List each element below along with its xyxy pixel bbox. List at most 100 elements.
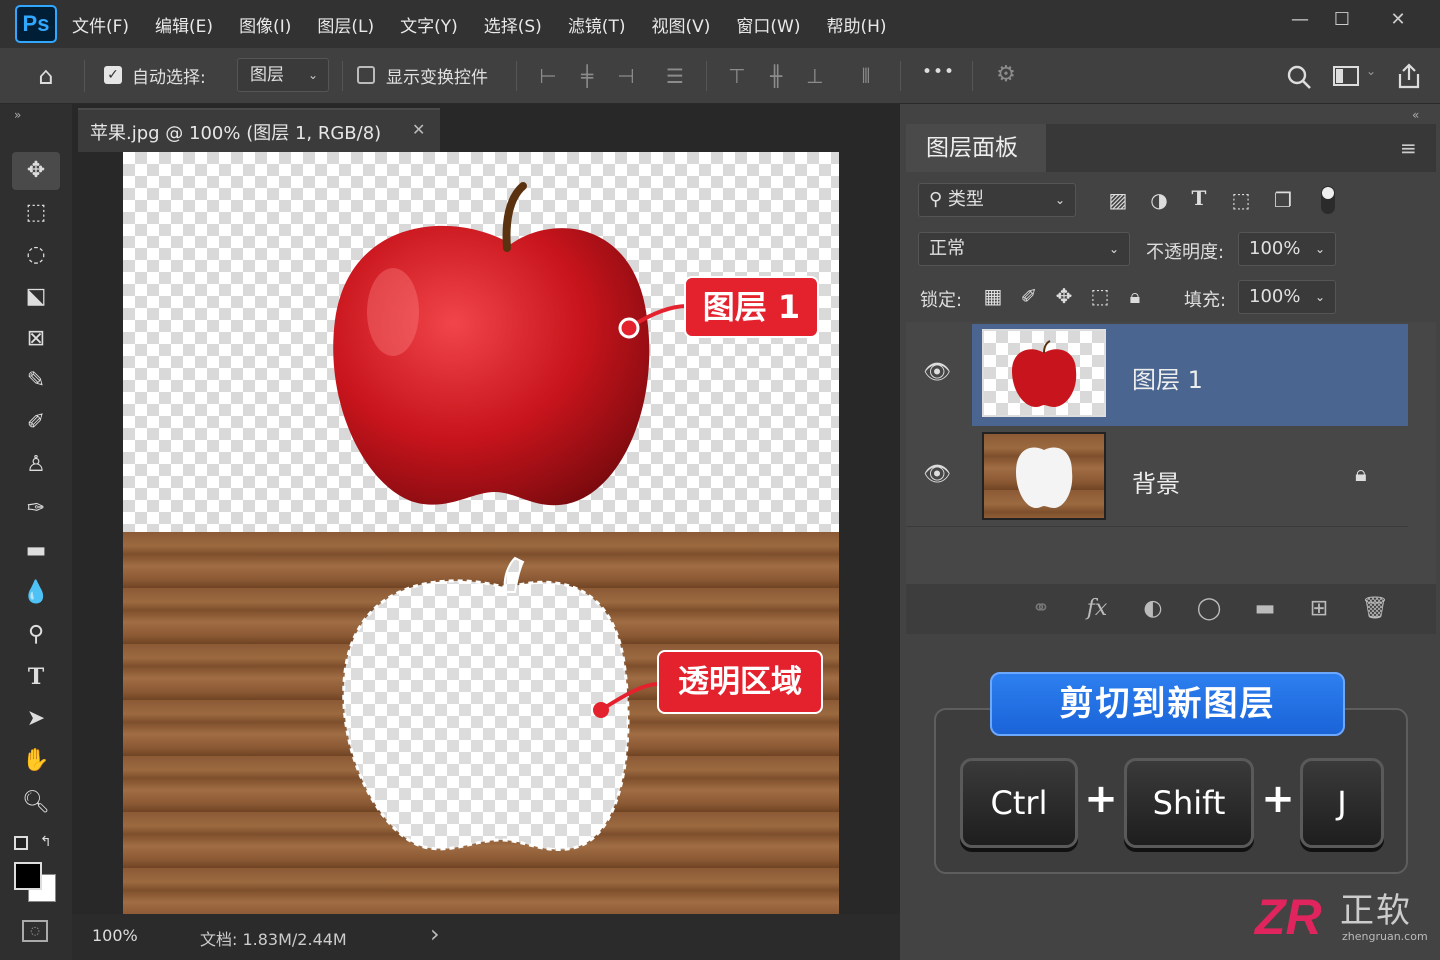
- chevron-down-icon: ⌄: [1108, 242, 1119, 256]
- link-layers-icon[interactable]: ⚭: [1024, 594, 1058, 624]
- menu-filter[interactable]: 滤镜(T): [568, 12, 626, 37]
- quick-mask-icon[interactable]: ◌: [22, 920, 48, 942]
- lock-all-icon[interactable]: 🔒︎: [1120, 284, 1150, 308]
- opacity-value: 100%: [1249, 238, 1301, 259]
- fill-input[interactable]: 100% ⌄: [1238, 280, 1336, 314]
- document-tab[interactable]: 苹果.jpg @ 100% (图层 1, RGB/8) ✕: [78, 108, 440, 152]
- smart-object-filter-icon[interactable]: ❐: [1268, 188, 1298, 212]
- watermark-name: 正软: [1340, 891, 1412, 931]
- apple-hole-thumbnail: [1016, 447, 1073, 508]
- move-tool-icon[interactable]: ✥: [12, 152, 60, 190]
- align-vcenter-icon[interactable]: ╫: [762, 64, 790, 88]
- dodge-tool-icon[interactable]: ⚲: [12, 616, 60, 654]
- workspace-icon[interactable]: [1332, 64, 1360, 88]
- blend-mode-dropdown[interactable]: 正常 ⌄: [918, 232, 1130, 266]
- minimize-button[interactable]: —: [1280, 6, 1320, 34]
- menu-type[interactable]: 文字(Y): [400, 12, 458, 37]
- default-colors-icon[interactable]: [14, 836, 28, 850]
- filter-kind-value: 类型: [947, 189, 984, 210]
- type-tool-icon[interactable]: T: [12, 658, 60, 696]
- align-right-icon[interactable]: ⊣: [612, 64, 640, 88]
- distribute-vertical-icon[interactable]: ☰: [661, 64, 689, 88]
- eyedropper-tool-icon[interactable]: ✎: [12, 362, 60, 400]
- align-hcenter-icon[interactable]: ╪: [573, 64, 601, 88]
- menu-layer[interactable]: 图层(L): [317, 12, 374, 37]
- canvas[interactable]: 图层 1 透明区域: [123, 152, 839, 914]
- collapse-arrows-icon[interactable]: «: [1412, 108, 1419, 122]
- path-selection-tool-icon[interactable]: ➤: [12, 700, 60, 738]
- image-filter-icon[interactable]: ▨: [1103, 188, 1133, 212]
- collapse-arrows-icon[interactable]: »: [14, 108, 21, 122]
- auto-select-checkbox[interactable]: ✓: [104, 66, 122, 84]
- show-transform-checkbox[interactable]: [357, 66, 375, 84]
- menu-select[interactable]: 选择(S): [484, 12, 542, 37]
- eye-icon[interactable]: 👁︎: [920, 462, 954, 487]
- home-icon[interactable]: ⌂: [28, 62, 64, 90]
- close-icon[interactable]: ✕: [412, 120, 425, 139]
- filter-toggle[interactable]: [1321, 186, 1335, 214]
- lock-transparency-icon[interactable]: ▦: [978, 284, 1008, 308]
- adjustment-layer-icon[interactable]: ◯: [1192, 594, 1226, 624]
- search-icon[interactable]: [1286, 64, 1312, 90]
- healing-brush-tool-icon[interactable]: ✐: [12, 404, 60, 442]
- lock-position-icon[interactable]: ✥: [1049, 284, 1079, 308]
- zoom-level[interactable]: 100%: [92, 926, 138, 945]
- apple-thumbnail: [1012, 340, 1077, 407]
- eye-icon[interactable]: 👁︎: [920, 360, 954, 385]
- foreground-color-swatch[interactable]: [14, 862, 42, 890]
- swap-colors-icon[interactable]: ↰: [40, 834, 52, 850]
- lasso-tool-icon[interactable]: ◌: [12, 236, 60, 274]
- plus-sign: +: [1084, 776, 1118, 822]
- menu-help[interactable]: 帮助(H): [826, 12, 886, 37]
- object-selection-tool-icon[interactable]: ⬕: [12, 278, 60, 316]
- panel-menu-icon[interactable]: ≡: [1400, 136, 1417, 160]
- maximize-button[interactable]: ☐: [1322, 6, 1362, 34]
- gear-icon[interactable]: ⚙: [992, 62, 1020, 87]
- key-ctrl: Ctrl: [960, 758, 1078, 848]
- fx-icon[interactable]: fx: [1080, 594, 1114, 624]
- menu-image[interactable]: 图像(I): [239, 12, 291, 37]
- trash-icon[interactable]: 🗑︎: [1358, 594, 1392, 624]
- frame-tool-icon[interactable]: ⊠: [12, 320, 60, 358]
- blur-tool-icon[interactable]: 💧: [12, 574, 60, 612]
- gradient-tool-icon[interactable]: ▬: [12, 532, 60, 570]
- lock-pixels-icon[interactable]: ✐: [1014, 284, 1044, 308]
- photoshop-logo: Ps: [15, 5, 57, 43]
- lock-artboard-icon[interactable]: ⬚: [1085, 284, 1115, 308]
- distribute-horizontal-icon[interactable]: ⫴: [852, 64, 880, 88]
- chevron-down-icon[interactable]: ⌄: [1366, 64, 1376, 78]
- mask-icon[interactable]: ◐: [1136, 594, 1170, 624]
- new-layer-icon[interactable]: ⊞: [1302, 594, 1336, 624]
- menu-file[interactable]: 文件(F): [72, 12, 129, 37]
- adjustment-filter-icon[interactable]: ◑: [1144, 188, 1174, 212]
- hand-tool-icon[interactable]: ✋: [12, 742, 60, 780]
- layer-name[interactable]: 图层 1: [1132, 360, 1203, 395]
- shape-filter-icon[interactable]: ⬚: [1226, 188, 1256, 212]
- align-left-icon[interactable]: ⊢: [534, 64, 562, 88]
- chevron-right-icon[interactable]: ›: [430, 920, 440, 948]
- plus-sign: +: [1261, 776, 1295, 822]
- marquee-tool-icon[interactable]: ⬚: [12, 194, 60, 232]
- opacity-input[interactable]: 100% ⌄: [1238, 232, 1336, 266]
- menu-edit[interactable]: 编辑(E): [155, 12, 213, 37]
- align-top-icon[interactable]: ⊤: [723, 64, 751, 88]
- more-options-button[interactable]: •••: [922, 62, 955, 82]
- auto-select-target-dropdown[interactable]: 图层 ⌄: [237, 58, 329, 92]
- close-window-button[interactable]: ✕: [1378, 6, 1418, 34]
- stamp-tool-icon[interactable]: ♙: [12, 446, 60, 484]
- align-bottom-icon[interactable]: ⊥: [801, 64, 829, 88]
- folder-icon[interactable]: ▬: [1248, 594, 1282, 624]
- layers-panel-tab[interactable]: 图层面板: [906, 124, 1046, 172]
- key-j: J: [1300, 758, 1384, 848]
- zoom-tool-icon[interactable]: 🔍︎: [12, 784, 60, 822]
- history-brush-tool-icon[interactable]: ✑: [12, 490, 60, 528]
- search-icon: ⚲: [929, 189, 943, 210]
- type-filter-icon[interactable]: T: [1184, 186, 1214, 210]
- layer-name[interactable]: 背景: [1132, 464, 1180, 499]
- menu-view[interactable]: 视图(V): [651, 12, 710, 37]
- filter-kind-dropdown[interactable]: ⚲ 类型 ⌄: [918, 183, 1076, 217]
- divider: [972, 61, 973, 91]
- share-icon[interactable]: [1396, 62, 1422, 90]
- menu-window[interactable]: 窗口(W): [736, 12, 800, 37]
- layer-callout: 图层 1: [684, 276, 819, 338]
